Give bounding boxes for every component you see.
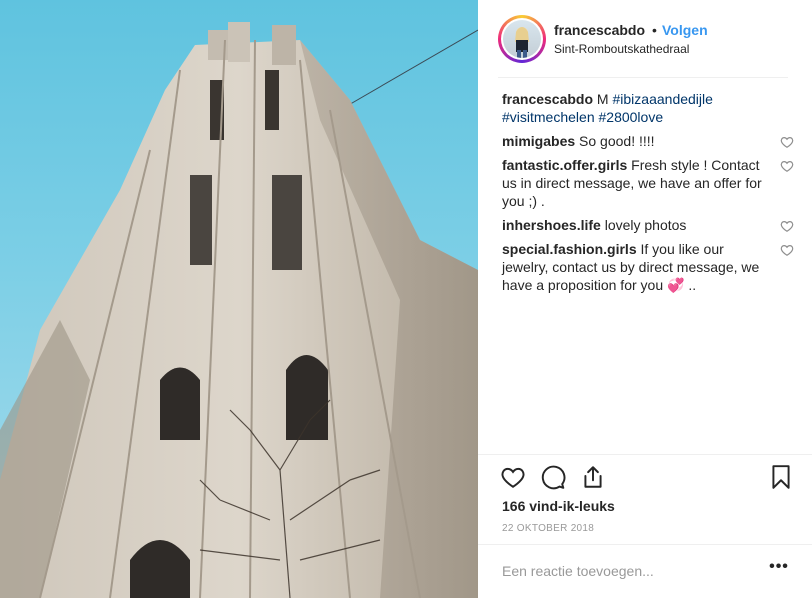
comment-item: mimigabes So good! !!!!: [502, 132, 794, 150]
heart-icon[interactable]: [500, 464, 526, 490]
comments-list: francescabdo M #ibizaaandedijle #visitme…: [502, 90, 794, 300]
likes-count[interactable]: 166 vind-ik-leuks: [502, 498, 615, 514]
bookmark-icon[interactable]: [768, 464, 794, 490]
post-actions: [500, 464, 792, 490]
comment-icon[interactable]: [540, 464, 566, 490]
separator-dot: •: [652, 22, 657, 38]
comment-box-divider: [478, 544, 812, 545]
comment-item: fantastic.offer.girls Fresh style ! Cont…: [502, 156, 794, 210]
comment-item: special.fashion.girls If you like our je…: [502, 240, 794, 294]
heart-outline-icon[interactable]: [780, 243, 794, 257]
caption-text: M: [593, 91, 613, 107]
caption-username[interactable]: francescabdo: [502, 91, 593, 107]
add-comment-input[interactable]: [502, 560, 752, 582]
hashtag-link[interactable]: #visitmechelen: [502, 109, 595, 125]
heart-outline-icon[interactable]: [780, 219, 794, 233]
avatar[interactable]: [498, 15, 546, 63]
post-date: 22 OKTOBER 2018: [502, 523, 595, 534]
more-options-button[interactable]: •••: [768, 559, 790, 582]
post-caption: francescabdo M #ibizaaandedijle #visitme…: [502, 90, 792, 126]
comment-item: inhershoes.life lovely photos: [502, 216, 794, 234]
share-icon[interactable]: [580, 464, 606, 490]
post-details-panel: francescabdo • Volgen Sint-Romboutskathe…: [478, 0, 812, 598]
hashtag-link[interactable]: #2800love: [599, 109, 664, 125]
comment-text: So good! !!!!: [575, 133, 655, 149]
actions-divider: [478, 454, 812, 455]
heart-outline-icon[interactable]: [780, 159, 794, 173]
comment-username[interactable]: special.fashion.girls: [502, 241, 637, 257]
heart-outline-icon[interactable]: [780, 135, 794, 149]
header-divider: [498, 77, 788, 78]
post-header: francescabdo • Volgen Sint-Romboutskathe…: [478, 0, 812, 78]
avatar-frame: [501, 18, 543, 60]
cathedral-tower-image: [0, 22, 478, 598]
comment-username[interactable]: inhershoes.life: [502, 217, 601, 233]
comment-username[interactable]: mimigabes: [502, 133, 575, 149]
post-author-username[interactable]: francescabdo: [554, 22, 645, 38]
hashtag-link[interactable]: #ibizaaandedijle: [613, 91, 713, 107]
avatar-photo: [503, 20, 541, 58]
location-link[interactable]: Sint-Romboutskathedraal: [554, 42, 689, 56]
comment-text: lovely photos: [600, 217, 687, 233]
follow-button[interactable]: Volgen: [662, 22, 708, 38]
comment-username[interactable]: fantastic.offer.girls: [502, 157, 627, 173]
avatar-person-icon: [515, 27, 529, 58]
post-photo[interactable]: [0, 0, 478, 598]
